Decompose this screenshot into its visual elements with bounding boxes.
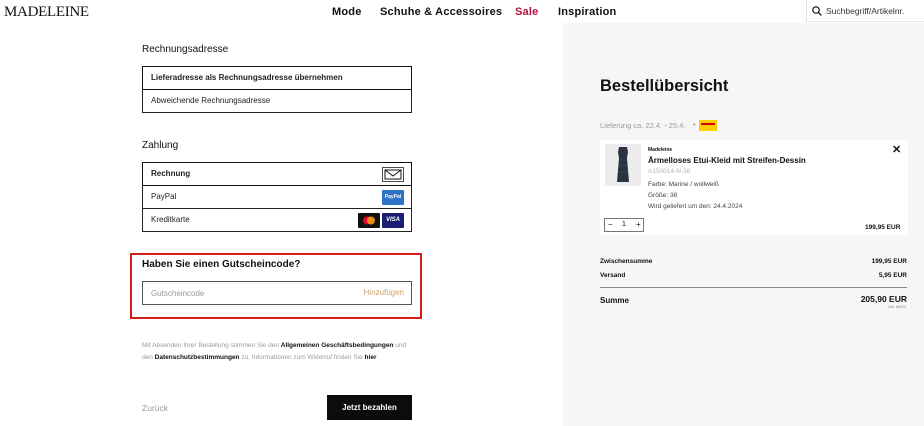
payment-option-creditcard[interactable]: Kreditkarte VISA <box>142 208 412 232</box>
search-box[interactable] <box>806 0 924 22</box>
nav-item-schuhe-accessoires[interactable]: Schuhe & Accessoires <box>380 6 502 18</box>
quantity-stepper: − 1 + <box>604 218 644 232</box>
product-delivery-date: Wird geliefert um den: 24.4.2024 <box>648 203 743 210</box>
payment-title: Zahlung <box>142 140 179 151</box>
dhl-logo-icon <box>699 120 717 131</box>
total-label: Summe <box>600 296 629 305</box>
privacy-link[interactable]: Datenschutzbestimmungen <box>155 354 240 361</box>
back-link[interactable]: Zurück <box>142 403 168 413</box>
withdrawal-link[interactable]: hier <box>365 354 377 361</box>
terms-link[interactable]: Allgemeinen Geschäftsbedingungen <box>281 342 394 349</box>
nav-item-mode[interactable]: Mode <box>332 6 362 18</box>
summary-divider <box>600 287 907 288</box>
subtotal-value: 199,95 EUR <box>871 258 907 265</box>
paypal-icon: PayPal <box>382 190 404 205</box>
payment-option-label: Kreditkarte <box>151 215 190 224</box>
nav-item-sale[interactable]: Sale <box>515 6 538 18</box>
billing-option-same-address[interactable]: Lieferadresse als Rechnungsadresse übern… <box>142 66 412 90</box>
search-icon <box>812 6 822 16</box>
envelope-icon <box>382 167 404 182</box>
product-size: Größe: 38 <box>648 192 678 199</box>
delivery-separator: • <box>693 120 696 129</box>
total-value: 205,90 EUR <box>860 294 907 304</box>
product-sku: A150014-N-38 <box>648 168 691 175</box>
subtotal-row: Zwischensumme 199,95 EUR <box>600 258 907 265</box>
payment-options: Rechnung PayPal PayPal Kreditkarte VISA <box>142 162 412 232</box>
main-nav: Mode Schuhe & Accessoires Sale Inspirati… <box>0 6 924 20</box>
payment-option-paypal[interactable]: PayPal PayPal <box>142 185 412 209</box>
quantity-value: 1 <box>622 221 626 228</box>
dress-image-icon <box>617 147 629 182</box>
voucher-field: Hinzufügen <box>142 281 412 305</box>
pay-now-button[interactable]: Jetzt bezahlen <box>327 395 412 420</box>
product-color: Farbe: Marine / wollweiß <box>648 181 719 188</box>
legal-text: Mit Absenden Ihrer Bestellung stimmen Si… <box>142 342 281 349</box>
billing-option-different-address[interactable]: Abweichende Rechnungsadresse <box>142 89 412 113</box>
product-name[interactable]: Ärmelloses Etui-Kleid mit Streifen-Dessi… <box>648 156 806 165</box>
legal-text: zu. Informationen zum Widerruf finden Si… <box>239 354 365 361</box>
voucher-add-button[interactable]: Hinzufügen <box>364 288 404 297</box>
quantity-decrease-button[interactable]: − <box>608 220 613 229</box>
visa-icon: VISA <box>382 213 404 228</box>
voucher-input[interactable] <box>151 287 331 300</box>
billing-title: Rechnungsadresse <box>142 44 229 55</box>
shipping-row: Versand 5,95 EUR <box>600 272 907 279</box>
payment-option-label: Rechnung <box>151 169 191 178</box>
search-input[interactable] <box>826 4 922 18</box>
legal-text: . <box>376 354 379 361</box>
quantity-increase-button[interactable]: + <box>636 220 641 229</box>
delivery-estimate: Lieferung ca. 22.4. - 25.4. <box>600 121 686 130</box>
mastercard-icon <box>358 213 380 228</box>
billing-options: Lieferadresse als Rechnungsadresse übern… <box>142 66 412 113</box>
nav-item-inspiration[interactable]: Inspiration <box>558 6 616 18</box>
product-brand: Madeleine <box>648 147 673 153</box>
remove-item-close-icon[interactable]: ✕ <box>892 143 901 156</box>
shipping-value: 5,95 EUR <box>878 272 907 279</box>
vat-note: inkl. MwSt. <box>887 304 907 309</box>
voucher-title: Haben Sie einen Gutscheincode? <box>142 259 301 270</box>
shipping-label: Versand <box>600 272 626 279</box>
payment-option-label: PayPal <box>151 192 177 201</box>
legal-notice: Mit Absenden Ihrer Bestellung stimmen Si… <box>142 340 417 364</box>
subtotal-label: Zwischensumme <box>600 258 653 265</box>
payment-option-invoice[interactable]: Rechnung <box>142 162 412 186</box>
summary-title: Bestellübersicht <box>600 77 729 95</box>
item-price: 199,95 EUR <box>865 224 901 231</box>
cart-item-card <box>600 140 908 235</box>
